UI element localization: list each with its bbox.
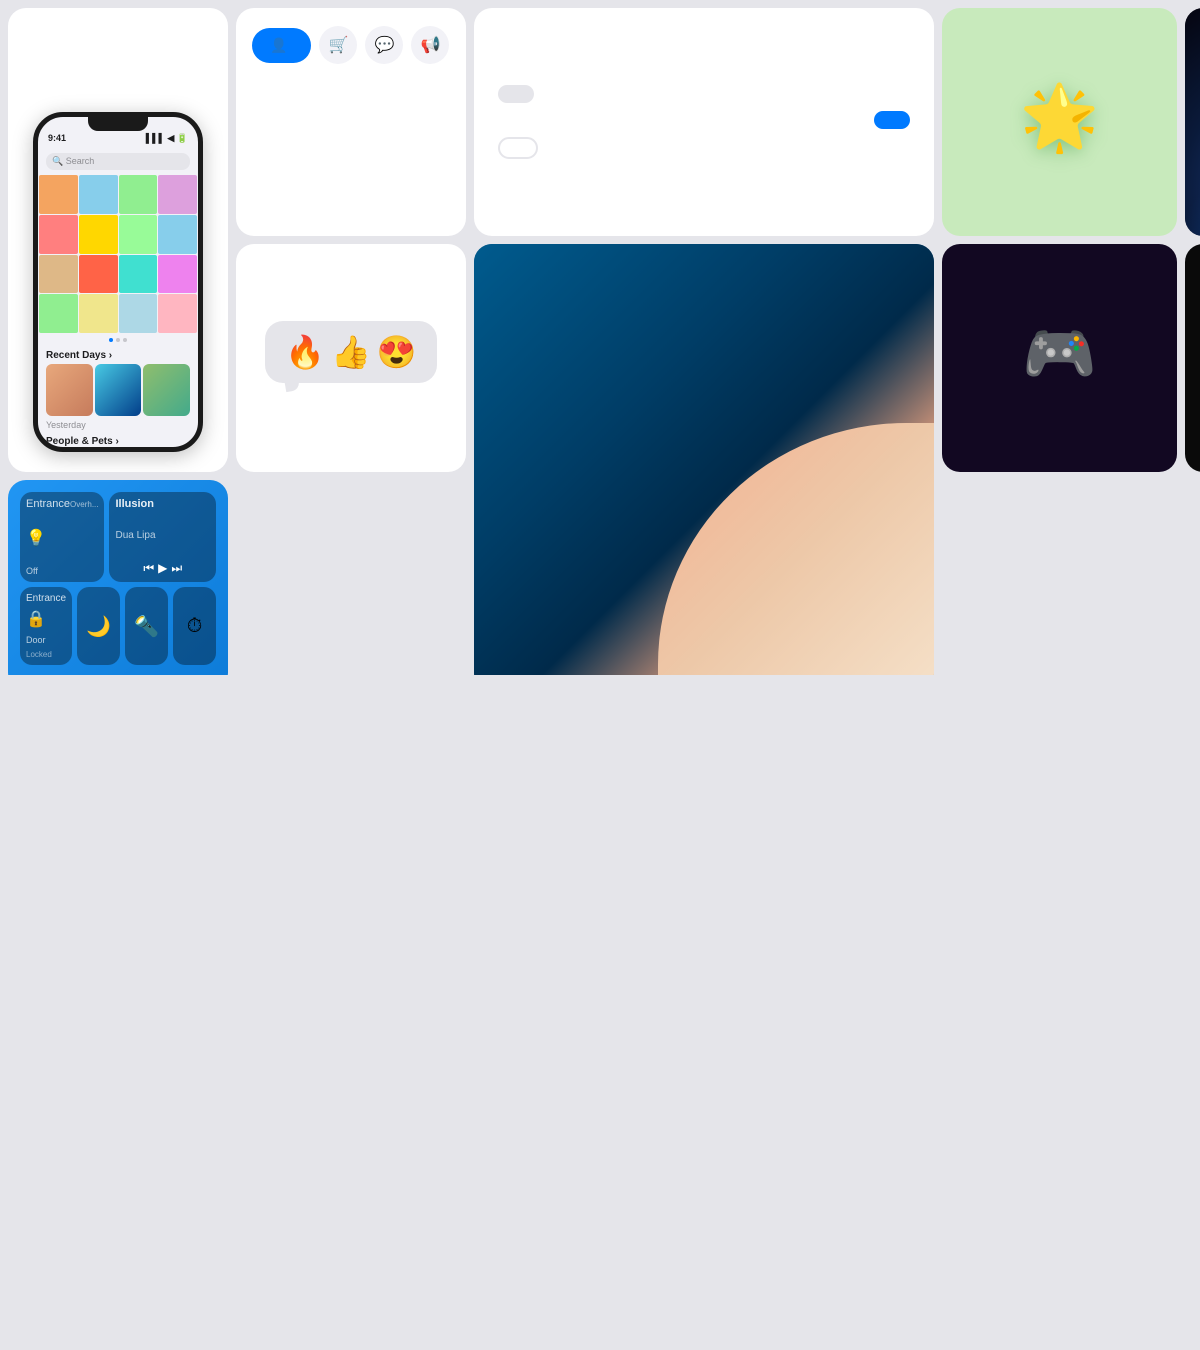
mail-messages-button[interactable]: 💬 bbox=[365, 26, 403, 64]
photos-card: 9:41 ▌▌▌ ◀ 🔋 🔍 Search bbox=[8, 8, 228, 472]
ios-card bbox=[474, 244, 934, 691]
emoji-card: 🔥👍😍 bbox=[236, 244, 466, 472]
major-news-bubble bbox=[498, 85, 534, 103]
rockstar-bubble bbox=[874, 111, 910, 129]
mail-primary-button[interactable]: 👤 bbox=[252, 28, 311, 63]
mail-card: 👤 🛒 💬 📢 bbox=[236, 8, 466, 236]
reminders-card: 10 bbox=[1185, 244, 1200, 472]
gamepad-icon: 🎮 bbox=[1022, 318, 1097, 389]
emoji-bubble: 🔥👍😍 bbox=[265, 321, 437, 383]
phone-mockup: 9:41 ▌▌▌ ◀ 🔋 🔍 Search bbox=[33, 112, 203, 452]
text-effects-card bbox=[474, 8, 934, 236]
star-icon: 🌟 bbox=[1020, 80, 1100, 155]
mail-promo-button[interactable]: 📢 bbox=[411, 26, 449, 64]
control-center-card: Entrance Overh... 💡 Off Illusion Dua Lip… bbox=[8, 480, 228, 691]
blown-away-bubble bbox=[498, 137, 538, 159]
person-icon: 👤 bbox=[270, 37, 287, 54]
game-mode-card: 🎮 bbox=[942, 244, 1177, 472]
state-of-mind-card: 🌟 bbox=[942, 8, 1177, 236]
mail-shopping-button[interactable]: 🛒 bbox=[319, 26, 357, 64]
satellite-card bbox=[1185, 8, 1200, 236]
